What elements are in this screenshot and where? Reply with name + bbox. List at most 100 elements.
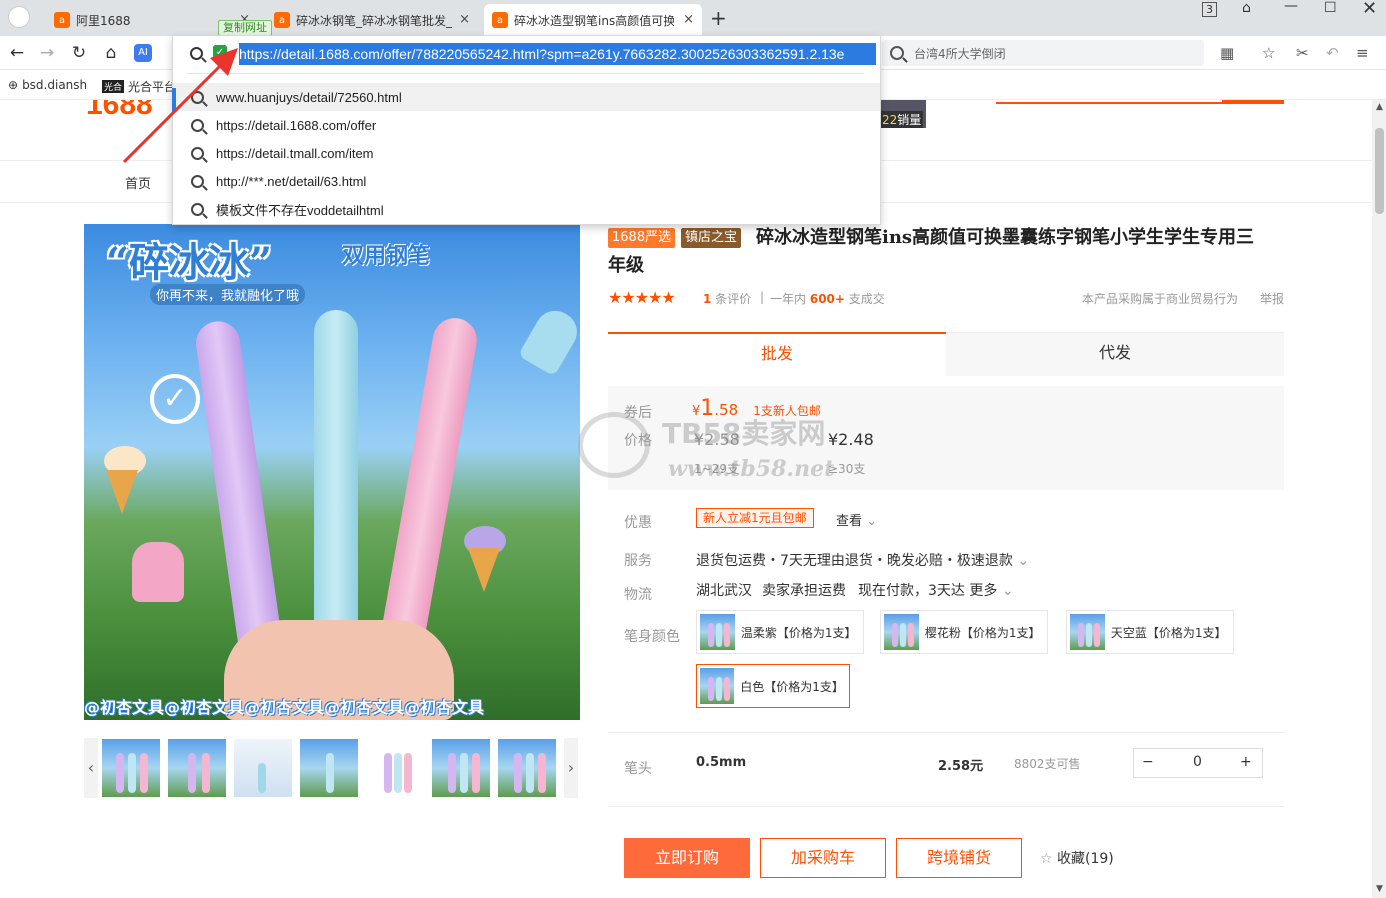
tab-product-detail[interactable]: a 碎冰冰造型钢笔ins高颜值可换 ×: [484, 4, 702, 36]
site-watermark: TB58卖家网: [662, 417, 826, 450]
copy-url-tag[interactable]: 复制网址: [218, 20, 272, 36]
review-count[interactable]: 1 条评价: [703, 290, 751, 307]
color-label: 笔身颜色: [624, 629, 680, 645]
purchase-tabs: 批发 代发: [608, 332, 1284, 376]
variant-thumb: [700, 614, 735, 650]
nav-home-link[interactable]: 首页: [125, 173, 151, 192]
tip-price: 2.58元: [938, 759, 984, 774]
close-tab-icon[interactable]: ×: [683, 12, 694, 27]
back-icon[interactable]: ←: [6, 42, 28, 64]
product-title: 碎冰冰造型钢笔ins高颜值可换墨囊练字钢笔小学生学生专用三年级: [608, 227, 1255, 276]
cone-icon: [106, 470, 138, 514]
thumbnail[interactable]: [366, 739, 424, 797]
suggestion-item[interactable]: 模板文件不存在voddetailhtml: [173, 195, 880, 223]
1688-favicon-icon: a: [492, 12, 508, 28]
search-icon: [191, 202, 204, 216]
undo-icon[interactable]: ↶: [1326, 44, 1339, 62]
order-button[interactable]: 立即订购: [624, 838, 750, 878]
shirt-icon[interactable]: ⌂: [1242, 0, 1251, 16]
home-icon[interactable]: ⌂: [100, 42, 122, 64]
tab-wholesale[interactable]: 批发: [608, 332, 946, 376]
divider: [187, 73, 864, 74]
chevron-down-icon: ⌄: [1001, 583, 1014, 599]
ai-icon[interactable]: AI: [134, 44, 152, 62]
color-option-pink[interactable]: 樱花粉【价格为1支】: [880, 610, 1048, 654]
chevron-down-icon: ⌄: [1017, 553, 1030, 569]
report-link[interactable]: 举报: [1260, 290, 1284, 307]
popsicle-blue-icon: [517, 303, 580, 377]
chevron-down-icon: ⌄: [866, 514, 878, 529]
tab-dropship[interactable]: 代发: [946, 332, 1284, 376]
window-count-badge[interactable]: 3: [1202, 2, 1217, 17]
site-search-bar[interactable]: [996, 100, 1284, 104]
color-option-blue[interactable]: 天空蓝【价格为1支】: [1066, 610, 1234, 654]
bookmark-bsd[interactable]: ⊕ bsd.diansh: [8, 78, 87, 92]
thumb-next-icon[interactable]: ›: [564, 738, 578, 798]
minimize-icon[interactable]: —: [1284, 0, 1298, 14]
suggestion-item[interactable]: https://detail.tmall.com/item: [173, 139, 880, 167]
tip-stock: 8802支可售: [1014, 757, 1081, 771]
popsicle-icon: [132, 542, 184, 602]
checkmark-icon: ✓: [150, 374, 200, 424]
favorite-button[interactable]: ☆ 收藏(19): [1040, 848, 1114, 868]
1688-favicon-icon: a: [54, 12, 70, 28]
maximize-icon[interactable]: ☐: [1324, 0, 1337, 16]
forward-icon[interactable]: →: [36, 42, 58, 64]
thumbnail[interactable]: [234, 739, 292, 797]
suggestion-item[interactable]: http://***.net/detail/63.html: [173, 167, 880, 195]
favorites-icon[interactable]: ☆: [1262, 44, 1275, 62]
image-watermark: @初杏文具@初杏文具@初杏文具@初杏文具@初杏文具: [84, 698, 485, 717]
page-scrollbar[interactable]: [1372, 100, 1386, 898]
tab-strip: a 阿里1688 × a 碎冰冰钢笔_碎冰冰钢笔批发_ × a 碎冰冰造型钢笔i…: [0, 0, 1386, 36]
add-cart-button[interactable]: 加采购车: [760, 838, 886, 878]
suggestion-item[interactable]: https://detail.1688.com/offer: [173, 111, 880, 139]
crossborder-button[interactable]: 跨境铺货: [896, 838, 1022, 878]
menu-icon[interactable]: ≡: [1356, 44, 1369, 62]
color-option-white[interactable]: 白色【价格为1支】: [696, 664, 850, 708]
coupon-price-label: 券后: [624, 405, 652, 421]
qty-minus-button[interactable]: −: [1142, 754, 1154, 770]
thumbnail[interactable]: [498, 739, 556, 797]
close-tab-icon[interactable]: ×: [459, 12, 470, 27]
logistics-from: 湖北武汉: [696, 583, 752, 599]
apps-grid-icon[interactable]: ▦: [1220, 44, 1234, 62]
thumbnail[interactable]: [102, 739, 160, 797]
address-input[interactable]: https://detail.1688.com/offer/7882205652…: [239, 43, 876, 65]
1688-favicon-icon: a: [274, 12, 290, 28]
pen-purple: [193, 318, 283, 652]
close-window-icon[interactable]: ✕: [1362, 0, 1377, 19]
tip-value: 0.5mm: [696, 755, 747, 770]
reload-icon[interactable]: ↻: [68, 42, 90, 64]
pen-blue: [314, 310, 358, 650]
site-search-button[interactable]: [1222, 100, 1284, 104]
service-text[interactable]: 退货包运费・7天无理由退货・晚发必赔・极速退款 ⌄: [696, 550, 1029, 570]
promo-label: 优惠: [624, 515, 652, 531]
suggestion-item[interactable]: www.huanjuys/detail/72560.html: [173, 83, 880, 111]
thumbnail[interactable]: [300, 739, 358, 797]
promo-coupon[interactable]: 新人立减1元且包邮: [696, 508, 814, 528]
bookmark-guanghe[interactable]: 光合 光合平台: [102, 78, 176, 95]
scrollbar-thumb[interactable]: [1375, 128, 1384, 214]
site-logo[interactable]: 1688: [86, 100, 153, 122]
logistics-fee: 卖家承担运费: [762, 583, 846, 599]
variant-thumb: [884, 614, 919, 650]
color-option-purple[interactable]: 温柔紫【价格为1支】: [696, 610, 864, 654]
product-main-image[interactable]: “碎冰冰” 双用钢笔 你再不来，我就融化了哦 ✓ @初杏文具@初杏文具@初杏文具…: [84, 224, 580, 720]
thumbnail[interactable]: [168, 739, 226, 797]
thumb-prev-icon[interactable]: ‹: [84, 738, 98, 798]
variant-thumb: [1070, 614, 1105, 650]
scroll-down-icon[interactable]: ▼: [1376, 884, 1383, 894]
tip-label: 笔头: [624, 761, 652, 777]
search-icon: [890, 46, 904, 60]
web-search-box[interactable]: 台湾4所大学倒闭: [882, 40, 1204, 66]
browser-logo-icon[interactable]: [8, 6, 30, 28]
qty-plus-button[interactable]: +: [1240, 754, 1252, 770]
logistics-eta[interactable]: 现在付款，3天达 更多 ⌄: [858, 580, 1014, 600]
tab-search-results[interactable]: a 碎冰冰钢笔_碎冰冰钢笔批发_ ×: [266, 4, 478, 36]
promo-view-link[interactable]: 查看 ⌄: [836, 510, 877, 529]
new-tab-button[interactable]: +: [710, 6, 727, 30]
thumbnail[interactable]: [432, 739, 490, 797]
scroll-up-icon[interactable]: ▲: [1376, 102, 1383, 112]
qty-input[interactable]: 0: [1193, 754, 1202, 770]
cut-icon[interactable]: ✂: [1296, 44, 1309, 62]
